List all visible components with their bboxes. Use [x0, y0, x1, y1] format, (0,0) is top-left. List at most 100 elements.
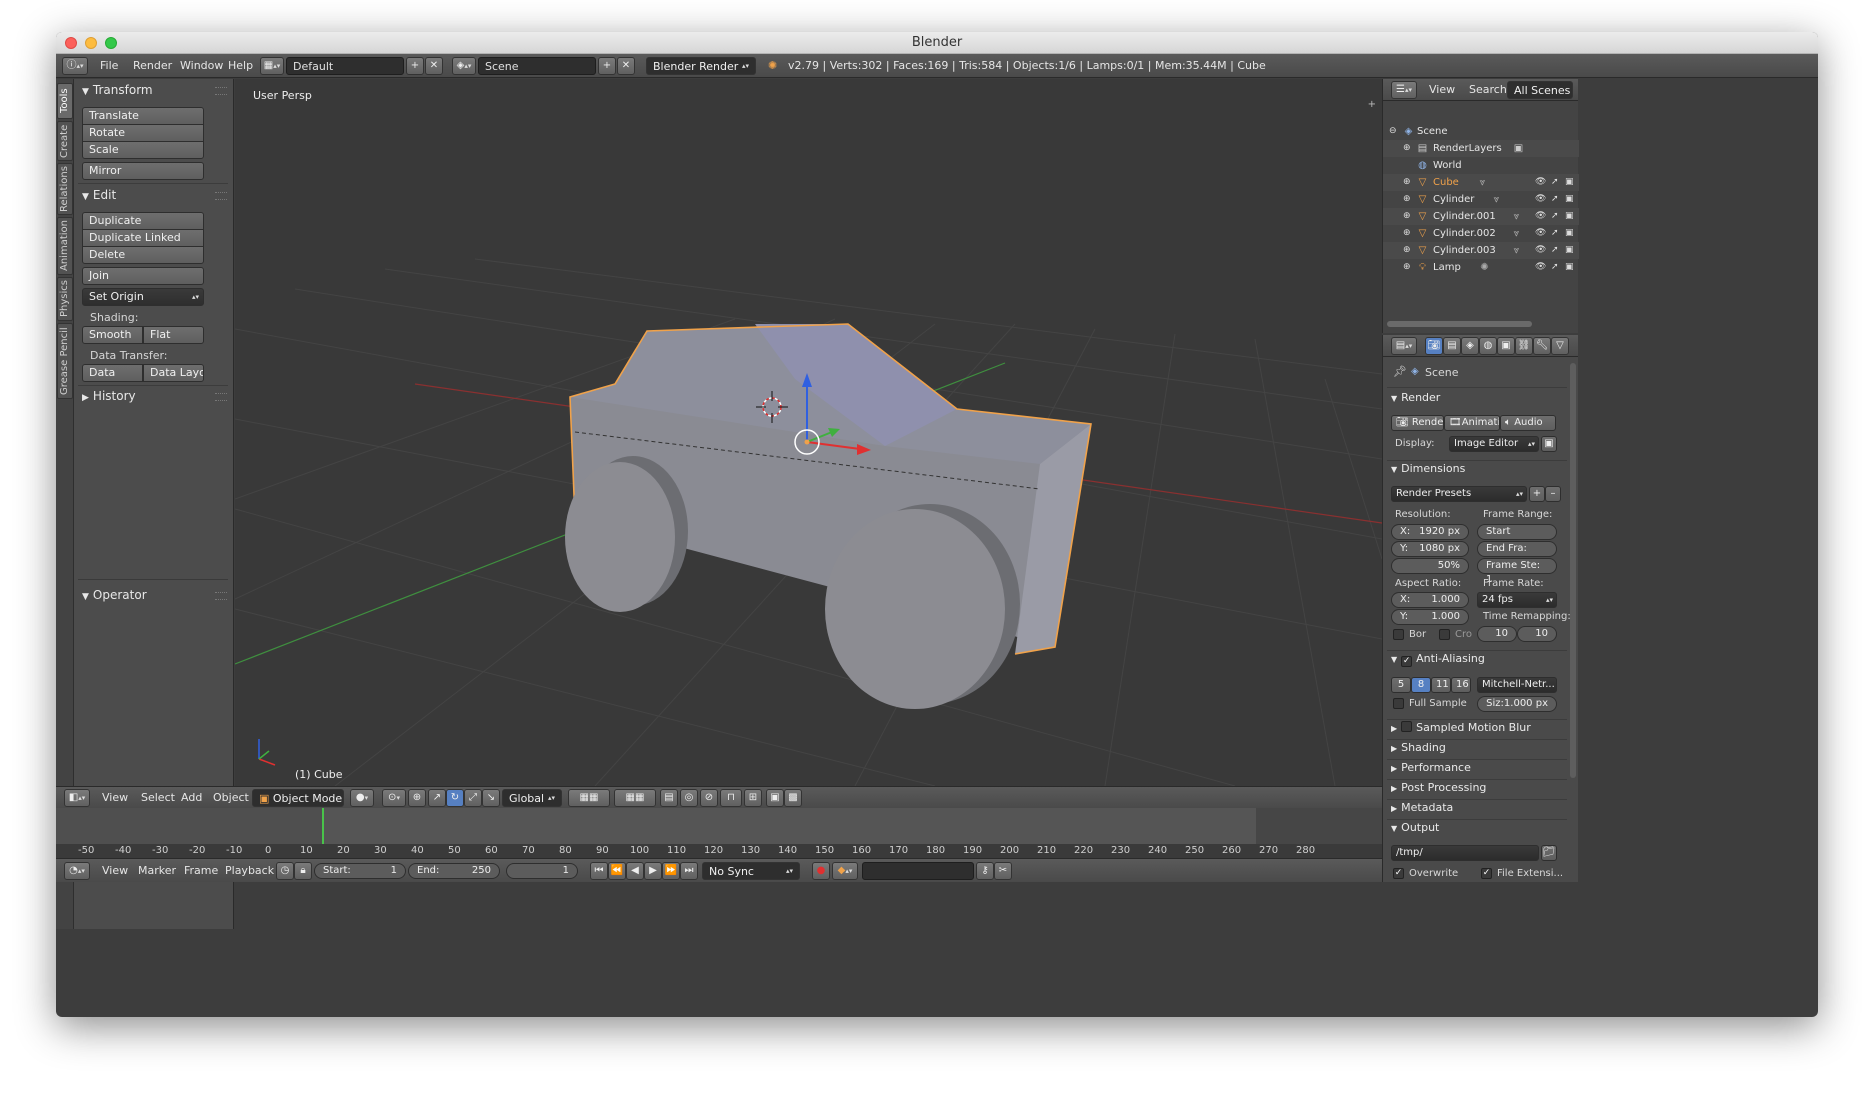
motion-blur-section-header[interactable]: ▶ Sampled Motion Blur [1391, 720, 1531, 736]
modifiers-context-icon[interactable]: 🔧︎ [1533, 337, 1551, 355]
duplicate-button[interactable]: Duplicate [82, 212, 204, 230]
snap-target-icon[interactable]: ⊞ [744, 789, 762, 807]
motion-blur-checkbox[interactable] [1401, 721, 1413, 732]
panel-transform-header[interactable]: ▼ Transform [82, 81, 153, 99]
tab-relations[interactable]: Relations [57, 163, 73, 215]
constraints-context-icon[interactable]: ⛓ [1515, 337, 1533, 355]
dimensions-section-header[interactable]: ▼ Dimensions [1391, 461, 1465, 477]
expand-icon[interactable]: ⊕ [1403, 242, 1411, 259]
output-section-header[interactable]: ▼ Output [1391, 820, 1439, 836]
menu-view[interactable]: View [102, 789, 128, 807]
timeline-ruler[interactable]: -50 -40 -30 -20 -10 0 10 20 30 40 50 60 … [56, 844, 1382, 858]
render-section-header[interactable]: ▼ Render [1391, 390, 1440, 406]
translate-manipulator-icon[interactable]: ↗ [428, 789, 446, 807]
scene-icon[interactable]: ◈▴▾ [452, 57, 476, 75]
layer-buttons-a[interactable]: ▦▦ [568, 789, 610, 807]
visibility-eye-icon[interactable]: 👁︎ [1535, 225, 1546, 242]
renderability-camera-icon[interactable]: ▣ [1565, 225, 1574, 242]
snap-element-icon[interactable]: ⊓ [720, 789, 742, 807]
add-scene-icon[interactable]: + [598, 57, 616, 75]
layer-buttons-b[interactable]: ▦▦ [614, 789, 656, 807]
renderability-camera-icon[interactable]: ▣ [1565, 259, 1574, 276]
next-keyframe-icon[interactable]: ⏩ [662, 862, 680, 880]
scale-manipulator-icon[interactable]: ⤢ [464, 789, 482, 807]
panel-grip[interactable] [215, 592, 227, 600]
object-context-icon[interactable]: ▣ [1497, 337, 1515, 355]
crop-checkbox[interactable] [1439, 629, 1450, 640]
delete-keyframe-icon[interactable]: ✂ [994, 862, 1012, 880]
panel-grip[interactable] [215, 87, 227, 95]
panel-grip[interactable] [215, 192, 227, 200]
rotate-button[interactable]: Rotate [82, 124, 204, 142]
outliner-item-cylinder-003[interactable]: ⊕ ▽ Cylinder.003 ⩔ 👁︎ ➚ ▣ [1383, 242, 1579, 259]
menu-file[interactable]: File [100, 57, 118, 75]
collapse-icon[interactable]: ⊖ [1389, 123, 1397, 140]
prev-keyframe-icon[interactable]: ⏪ [608, 862, 626, 880]
outliner-display-mode[interactable]: All Scenes [1507, 81, 1573, 99]
filter-size-field[interactable]: Siz:1.000 px [1477, 696, 1557, 712]
translate-button[interactable]: Translate [82, 107, 204, 125]
overwrite-checkbox[interactable]: ✓ [1393, 868, 1404, 879]
current-frame-field[interactable]: 1 [506, 863, 578, 879]
aa-samples-16[interactable]: 16 [1451, 677, 1471, 693]
play-reverse-icon[interactable]: ◀ [626, 862, 644, 880]
outliner-item-renderlayers[interactable]: ⊕ ▤ RenderLayers ▣ [1383, 140, 1579, 157]
outliner-item-world[interactable]: ◍ World [1383, 157, 1579, 174]
mode-dropdown[interactable]: ▣ Object Mode▴▾ [252, 789, 344, 807]
outliner-item-cube[interactable]: ⊕ ▽ Cube ⩔ 👁︎ ➚ ▣ [1383, 174, 1579, 191]
menu-help[interactable]: Help [228, 57, 253, 75]
duplicate-linked-button[interactable]: Duplicate Linked [82, 229, 204, 247]
menu-view[interactable]: View [1429, 81, 1455, 99]
border-checkbox[interactable] [1393, 629, 1404, 640]
resolution-x-field[interactable]: X: 1920 px [1391, 524, 1469, 540]
menu-select[interactable]: Select [141, 789, 175, 807]
tab-create[interactable]: Create [57, 121, 73, 161]
auto-keyframe-icon[interactable]: ● [812, 862, 830, 880]
play-icon[interactable]: ▶ [644, 862, 662, 880]
world-context-icon[interactable]: ◍ [1479, 337, 1497, 355]
screen-layout-icon[interactable]: ▦▴▾ [260, 57, 284, 75]
selectability-cursor-icon[interactable]: ➚ [1551, 225, 1559, 242]
opengl-render-anim-icon[interactable]: ▩ [784, 789, 802, 807]
aa-samples-5[interactable]: 5 [1391, 677, 1411, 693]
timeline-editor[interactable]: -50 -40 -30 -20 -10 0 10 20 30 40 50 60 … [56, 808, 1382, 858]
tab-tools[interactable]: Tools [57, 83, 73, 119]
manipulator-toggle-icon[interactable]: ⊕ [408, 789, 426, 807]
editor-type-outliner-icon[interactable]: ☰▴▾ [1391, 81, 1417, 99]
selectability-cursor-icon[interactable]: ➚ [1551, 174, 1559, 191]
data-transfer-button[interactable]: Data [82, 364, 143, 382]
join-button[interactable]: Join [82, 267, 204, 285]
opengl-render-icon[interactable]: ▣ [766, 789, 784, 807]
layer-lock-icon[interactable]: ▤ [660, 789, 678, 807]
render-context-icon[interactable]: 📷︎ [1425, 337, 1443, 355]
snap-icon[interactable]: ⊘ [700, 789, 718, 807]
menu-frame[interactable]: Frame [184, 862, 218, 880]
end-frame-field[interactable]: End Fra: 250 [1477, 541, 1557, 568]
renderability-camera-icon[interactable]: ▣ [1565, 242, 1574, 259]
outliner-item-lamp[interactable]: ⊕ 💡︎ Lamp ✺ 👁︎ ➚ ▣ [1383, 259, 1579, 276]
render-animation-button[interactable]: 🎞︎Animatio [1444, 415, 1500, 431]
selectability-cursor-icon[interactable]: ➚ [1551, 208, 1559, 225]
jump-end-icon[interactable]: ⏭ [680, 862, 698, 880]
scene-context-icon[interactable]: ◈ [1461, 337, 1479, 355]
render-layers-context-icon[interactable]: ▤ [1443, 337, 1461, 355]
shading-section-header[interactable]: ▶ Shading [1391, 740, 1446, 756]
expand-icon[interactable]: ⊕ [1403, 259, 1411, 276]
visibility-eye-icon[interactable]: 👁︎ [1535, 208, 1546, 225]
panel-operator-header[interactable]: ▼ Operator [82, 586, 147, 604]
render-presets-dropdown[interactable]: Render Presets ▴▾ [1391, 486, 1527, 502]
render-image-button[interactable]: 📷︎ Render [1391, 415, 1444, 431]
output-path-field[interactable]: /tmp/ [1391, 845, 1539, 861]
post-processing-section-header[interactable]: ▶ Post Processing [1391, 780, 1486, 796]
maximize-window-button[interactable] [105, 37, 117, 49]
data-layout-button[interactable]: Data Layo [143, 364, 204, 382]
selectability-cursor-icon[interactable]: ➚ [1551, 191, 1559, 208]
outliner-item-cylinder[interactable]: ⊕ ▽ Cylinder ⩔ 👁︎ ➚ ▣ [1383, 191, 1579, 208]
renderability-camera-icon[interactable]: ▣ [1565, 174, 1574, 191]
anti-aliasing-checkbox[interactable]: ✓ [1401, 656, 1413, 667]
editor-type-properties-icon[interactable]: ▤▴▾ [1391, 337, 1417, 355]
menu-view[interactable]: View [102, 862, 128, 880]
properties-scrollbar[interactable] [1570, 363, 1576, 778]
full-sample-checkbox[interactable] [1393, 698, 1404, 709]
3d-viewport[interactable]: User Persp (1) Cube + [235, 79, 1382, 786]
